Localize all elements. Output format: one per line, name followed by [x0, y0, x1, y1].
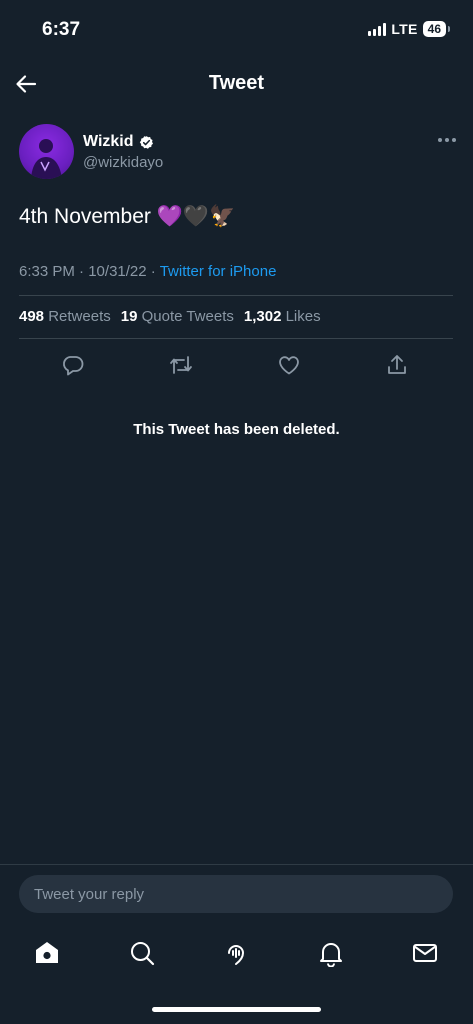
tweet-actions: [0, 348, 473, 380]
likes-stat[interactable]: 1,302 Likes: [244, 308, 321, 325]
tweet-source-link[interactable]: Twitter for iPhone: [160, 263, 277, 280]
battery-icon: 46: [422, 21, 451, 37]
status-bar: 6:37 LTE 46: [0, 0, 473, 56]
share-button[interactable]: [384, 352, 410, 378]
nav-header: Tweet: [0, 60, 473, 108]
notifications-icon: [320, 943, 342, 967]
status-indicators: LTE 46: [368, 21, 451, 37]
tab-spaces[interactable]: [221, 938, 251, 968]
author-handle[interactable]: @wizkidayo: [83, 154, 163, 171]
more-dot: [452, 138, 456, 142]
signal-icon: [368, 22, 387, 36]
tweet-text: 4th November 💜🖤🦅: [19, 205, 236, 228]
share-icon: [388, 355, 406, 374]
tab-home[interactable]: [32, 938, 62, 968]
more-options-button[interactable]: [435, 130, 459, 150]
more-dot: [445, 138, 449, 142]
home-indicator: [152, 1007, 321, 1012]
avatar-image: [31, 139, 62, 179]
reply-icon: [63, 356, 84, 376]
status-time: 6:37: [42, 19, 81, 40]
tab-messages[interactable]: [410, 938, 440, 968]
quote-tweets-stat[interactable]: 19 Quote Tweets: [121, 308, 234, 325]
tweet-author: Wizkid @wizkidayo: [19, 124, 459, 180]
tab-bar: [0, 932, 473, 976]
author-display-name[interactable]: Wizkid: [83, 133, 134, 151]
divider: [19, 338, 453, 339]
divider: [0, 864, 473, 865]
like-button[interactable]: [276, 352, 302, 378]
tweet-date[interactable]: 10/31/22: [88, 263, 146, 280]
tweet-stats: 498 Retweets 19 Quote Tweets 1,302 Likes: [19, 308, 321, 325]
heart-icon: [279, 356, 299, 375]
tab-search[interactable]: [127, 938, 157, 968]
home-icon: [36, 942, 58, 963]
retweets-stat[interactable]: 498 Retweets: [19, 308, 111, 325]
messages-icon: [413, 944, 437, 962]
more-dot: [438, 138, 442, 142]
tab-notifications[interactable]: [316, 938, 346, 968]
author-name-row[interactable]: Wizkid: [83, 133, 154, 151]
meta-separator: ·: [150, 263, 160, 280]
meta-separator: ·: [79, 263, 89, 280]
spaces-icon: [228, 945, 245, 965]
tweet-meta: 6:33 PM · 10/31/22 · Twitter for iPhone: [19, 263, 276, 280]
search-icon: [131, 942, 155, 966]
reply-button[interactable]: [60, 352, 86, 378]
reply-input[interactable]: Tweet your reply: [19, 875, 453, 913]
avatar[interactable]: [19, 124, 74, 179]
verified-badge-icon: [139, 135, 154, 150]
page-title: Tweet: [208, 72, 265, 94]
deleted-notice: This Tweet has been deleted.: [133, 421, 340, 438]
retweet-icon: [170, 356, 192, 374]
retweet-button[interactable]: [168, 352, 194, 378]
tweet-time[interactable]: 6:33 PM: [19, 263, 75, 280]
network-label: LTE: [391, 21, 418, 37]
divider: [19, 295, 453, 296]
